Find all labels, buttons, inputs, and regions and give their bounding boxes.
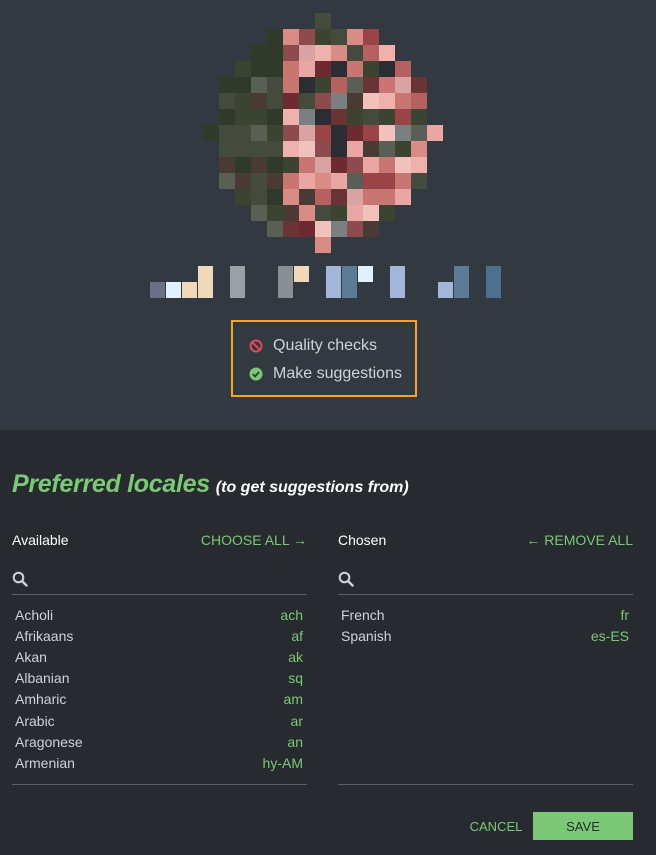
locale-name: Afrikaans — [15, 627, 74, 644]
chosen-label: Chosen — [338, 532, 387, 548]
locale-code: fr — [620, 606, 629, 623]
chosen-locales-list: French fr Spanish es-ES — [338, 595, 633, 785]
permission-quality-checks: Quality checks — [249, 335, 377, 357]
check-circle-icon — [249, 367, 263, 381]
locale-code: hy-AM — [262, 754, 303, 771]
locale-code: es-ES — [590, 627, 629, 644]
save-button[interactable]: SAVE — [533, 812, 633, 840]
available-locales-column: Available CHOOSE ALL → Acholi ach Afrikaan… — [12, 528, 307, 785]
locale-item[interactable]: Amharic am — [12, 689, 307, 710]
locale-code: am — [283, 691, 303, 708]
locale-item[interactable]: Acholi ach — [12, 604, 307, 625]
locale-item[interactable]: French fr — [338, 604, 633, 625]
section-subtitle: (to get suggestions from) — [215, 479, 409, 496]
locale-item[interactable]: Arabic ar — [12, 710, 307, 731]
ban-icon — [249, 339, 263, 353]
chosen-search-input[interactable] — [360, 572, 633, 590]
locale-code: af — [291, 627, 303, 644]
locale-name: Akan — [15, 648, 47, 665]
preferred-locales-heading: Preferred locales (to get suggestions fr… — [12, 470, 409, 504]
locale-name: Amharic — [15, 691, 67, 708]
chosen-search — [338, 568, 633, 595]
permission-make-suggestions: Make suggestions — [249, 363, 402, 385]
remove-all-button[interactable]: ← REMOVE ALL — [526, 532, 633, 548]
locale-code: ak — [288, 648, 303, 665]
locale-code: ar — [290, 712, 303, 729]
locale-code: ach — [280, 606, 303, 623]
locale-item[interactable]: Akan ak — [12, 646, 307, 667]
search-icon — [338, 571, 354, 592]
locale-item[interactable]: Armenian hy-AM — [12, 752, 307, 773]
section-title: Preferred locales — [12, 470, 210, 498]
locale-name: French — [341, 606, 385, 623]
username-pixelated — [150, 266, 510, 300]
permissions-box: Quality checks Make suggestions — [231, 320, 417, 397]
profile-header: Quality checks Make suggestions — [0, 0, 656, 430]
choose-all-button[interactable]: CHOOSE ALL → — [201, 532, 307, 548]
available-label: Available — [12, 532, 69, 548]
search-icon — [12, 571, 28, 592]
locale-item[interactable]: Afrikaans af — [12, 625, 307, 646]
available-header: Available CHOOSE ALL → — [12, 528, 307, 552]
cancel-button[interactable]: CANCEL — [466, 813, 526, 839]
available-locales-list: Acholi ach Afrikaans af Akan ak Albanian sq Amha… — [12, 595, 307, 785]
locale-name: Aragonese — [15, 733, 83, 750]
locale-item[interactable]: Albanian sq — [12, 668, 307, 689]
permission-label: Make suggestions — [273, 365, 402, 382]
locale-name: Arabic — [15, 712, 55, 729]
chosen-header: Chosen ← REMOVE ALL — [338, 528, 633, 552]
locale-item[interactable]: Spanish es-ES — [338, 625, 633, 646]
locale-name: Albanian — [15, 670, 70, 687]
locale-code: an — [287, 733, 303, 750]
chosen-locales-column: Chosen ← REMOVE ALL French fr Spanish es-ES — [338, 528, 633, 785]
locale-code: sq — [288, 670, 303, 687]
available-search-input[interactable] — [34, 572, 307, 590]
locale-name: Acholi — [15, 606, 54, 623]
locale-item[interactable]: Aragonese an — [12, 731, 307, 752]
available-search — [12, 568, 307, 595]
locale-name: Armenian — [15, 754, 75, 771]
locale-name: Spanish — [341, 627, 392, 644]
permission-label: Quality checks — [273, 337, 378, 354]
avatar — [200, 10, 445, 255]
